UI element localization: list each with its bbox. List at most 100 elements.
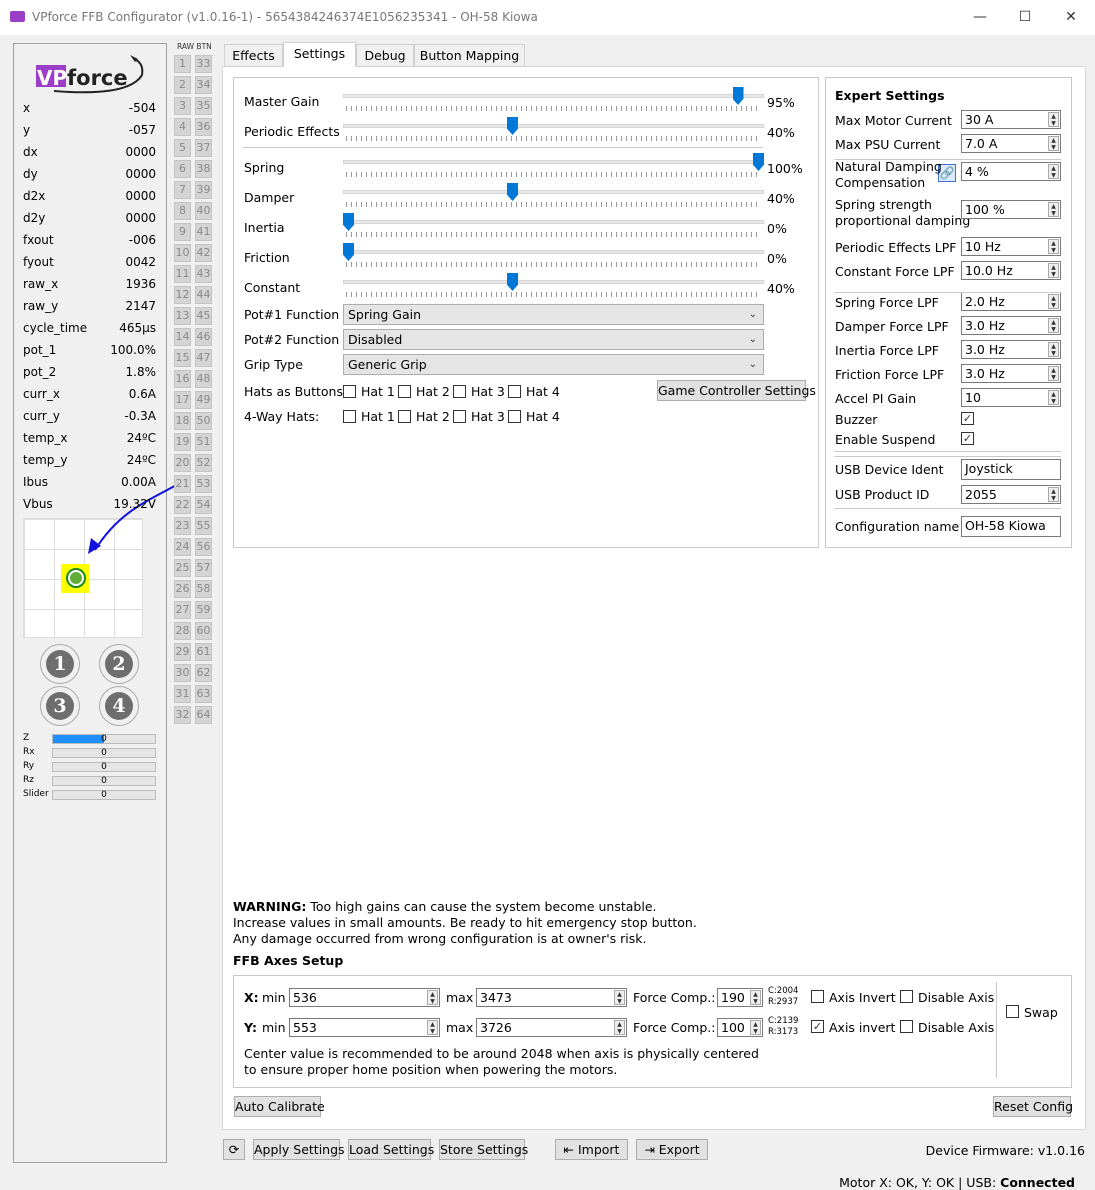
- button-indicator-45: 45: [195, 307, 212, 325]
- y-center-value: C:2139: [768, 1016, 799, 1026]
- expert-field-spinbox[interactable]: 10 ▲ ▼: [961, 388, 1061, 407]
- x-disable-axis-checkbox[interactable]: [900, 990, 913, 1003]
- buzzer-checkbox[interactable]: ✓: [961, 412, 974, 425]
- spring-slider-track[interactable]: [343, 160, 764, 164]
- spin-arrows-icon[interactable]: ▲ ▼: [1048, 164, 1059, 179]
- stat-value: 0000: [125, 145, 156, 159]
- x-axis-invert-checkbox[interactable]: [811, 990, 824, 1003]
- spin-arrows-icon[interactable]: ▲ ▼: [1048, 239, 1059, 254]
- spin-arrows-icon[interactable]: ▲ ▼: [1048, 136, 1059, 151]
- hats-as-buttons-hat-4-checkbox[interactable]: [508, 385, 521, 398]
- periodic-effects-slider-track[interactable]: [343, 124, 764, 128]
- expert-field-spinbox[interactable]: 30 A ▲ ▼: [961, 110, 1061, 129]
- expert-field-spinbox[interactable]: 100 % ▲ ▼: [961, 200, 1061, 219]
- spin-arrows-icon[interactable]: ▲ ▼: [1048, 112, 1059, 127]
- tab-debug[interactable]: Debug: [356, 44, 414, 67]
- spin-arrows-icon[interactable]: ▲ ▼: [427, 1020, 438, 1035]
- enable-suspend-checkbox[interactable]: ✓: [961, 432, 974, 445]
- button-indicator-64: 64: [195, 706, 212, 724]
- friction-slider-track[interactable]: [343, 250, 764, 254]
- import-button[interactable]: ⇤ Import: [555, 1139, 628, 1160]
- close-button[interactable]: ✕: [1056, 6, 1086, 28]
- inertia-slider-track[interactable]: [343, 220, 764, 224]
- expert-field-spinbox[interactable]: 7.0 A ▲ ▼: [961, 134, 1061, 153]
- spin-arrows-icon[interactable]: ▲ ▼: [1048, 263, 1059, 278]
- x-max-spinbox[interactable]: 3473 ▲ ▼: [476, 988, 627, 1007]
- spin-arrows-icon[interactable]: ▲ ▼: [614, 990, 625, 1005]
- hats-as-buttons-hat-3-checkbox[interactable]: [453, 385, 466, 398]
- four-way-hats-hat-4-checkbox[interactable]: [508, 410, 521, 423]
- hats-as-buttons-hat-2-checkbox[interactable]: [398, 385, 411, 398]
- game-controller-settings-button[interactable]: Game Controller Settings: [657, 380, 816, 401]
- warning-line-2: Increase values in small amounts. Be rea…: [233, 915, 697, 930]
- usb-device-ident-input[interactable]: Joystick: [961, 459, 1061, 480]
- x-force-comp-spinbox[interactable]: 190 ▲ ▼: [717, 988, 763, 1007]
- button-indicator-51: 51: [195, 433, 212, 451]
- swap-checkbox[interactable]: [1006, 1005, 1019, 1018]
- refresh-button[interactable]: ⟳: [223, 1139, 245, 1160]
- constant-slider-track[interactable]: [343, 280, 764, 284]
- four-way-hats-hat-2-checkbox[interactable]: [398, 410, 411, 423]
- spin-arrows-icon[interactable]: ▲ ▼: [614, 1020, 625, 1035]
- spin-arrows-icon[interactable]: ▲ ▼: [1048, 342, 1059, 357]
- expert-field-spinbox[interactable]: 3.0 Hz ▲ ▼: [961, 316, 1061, 335]
- store-settings-button[interactable]: Store Settings: [439, 1139, 528, 1160]
- hats-as-buttons-hat-1-checkbox[interactable]: [343, 385, 356, 398]
- spin-arrows-icon[interactable]: ▲ ▼: [1048, 366, 1059, 381]
- stat-value: 0.6A: [128, 387, 156, 401]
- spin-arrows-icon[interactable]: ▲ ▼: [1048, 390, 1059, 405]
- y-max-spinbox[interactable]: 3726 ▲ ▼: [476, 1018, 627, 1037]
- auto-calibrate-button[interactable]: Auto Calibrate: [234, 1096, 325, 1117]
- spin-arrows-icon[interactable]: ▲ ▼: [1048, 487, 1059, 502]
- export-button[interactable]: ⇥ Export: [636, 1139, 708, 1160]
- minimize-button[interactable]: —: [965, 6, 995, 28]
- expert-field-spinbox[interactable]: 10 Hz ▲ ▼: [961, 237, 1061, 256]
- x-min-spinbox[interactable]: 536 ▲ ▼: [289, 988, 440, 1007]
- expert-field-spinbox[interactable]: 3.0 Hz ▲ ▼: [961, 364, 1061, 383]
- apply-settings-button[interactable]: Apply Settings: [253, 1139, 345, 1160]
- axis-value: 0: [101, 734, 107, 744]
- tab-button-mapping[interactable]: Button Mapping: [414, 44, 525, 67]
- stat-row: temp_y 24ºC: [23, 453, 156, 471]
- master-gain-slider-track[interactable]: [343, 94, 764, 98]
- grip-type-dropdown[interactable]: Generic Grip ⌄: [343, 354, 764, 375]
- y-force-comp-spinbox[interactable]: 100 ▲ ▼: [717, 1018, 763, 1037]
- configuration-name-input[interactable]: OH-58 Kiowa: [961, 516, 1061, 537]
- hat-label: Hat 4: [526, 384, 560, 399]
- axis-bar-z: 0: [52, 734, 156, 744]
- four-way-hats-hat-1-checkbox[interactable]: [343, 410, 356, 423]
- button-indicator-62: 62: [195, 664, 212, 682]
- expert-field-spinbox[interactable]: 2.0 Hz ▲ ▼: [961, 292, 1061, 311]
- constant-value: 40%: [767, 281, 795, 296]
- expert-field-label: Constant Force LPF: [835, 264, 955, 279]
- load-settings-button[interactable]: Load Settings: [348, 1139, 434, 1160]
- y-axis-invert-checkbox[interactable]: ✓: [811, 1020, 824, 1033]
- spin-arrows-icon[interactable]: ▲ ▼: [750, 990, 761, 1005]
- spin-arrows-icon[interactable]: ▲ ▼: [1048, 318, 1059, 333]
- damper-slider-track[interactable]: [343, 190, 764, 194]
- tab-settings[interactable]: Settings: [283, 42, 356, 67]
- stat-value: 0000: [125, 189, 156, 203]
- expert-field-spinbox[interactable]: 10.0 Hz ▲ ▼: [961, 261, 1061, 280]
- expert-field-spinbox[interactable]: 3.0 Hz ▲ ▼: [961, 340, 1061, 359]
- spin-arrows-icon[interactable]: ▲ ▼: [1048, 202, 1059, 217]
- hat-label: Hat 1: [361, 384, 395, 399]
- spin-arrows-icon[interactable]: ▲ ▼: [427, 990, 438, 1005]
- stat-label: fxout: [23, 233, 54, 247]
- usb-product-id-spinbox[interactable]: 2055 ▲ ▼: [961, 485, 1061, 504]
- maximize-button[interactable]: ☐: [1010, 6, 1040, 28]
- button-indicator-18: 18: [174, 412, 191, 430]
- spin-arrows-icon[interactable]: ▲ ▼: [750, 1020, 761, 1035]
- y-min-spinbox[interactable]: 553 ▲ ▼: [289, 1018, 440, 1037]
- ffb-axes-title: FFB Axes Setup: [233, 953, 344, 968]
- four-way-hats-hat-3-checkbox[interactable]: [453, 410, 466, 423]
- axis-value: 0: [101, 776, 107, 786]
- pot-1-function-dropdown[interactable]: Spring Gain ⌄: [343, 304, 764, 325]
- tab-effects[interactable]: Effects: [224, 44, 283, 67]
- pot-2-function-dropdown[interactable]: Disabled ⌄: [343, 329, 764, 350]
- y-disable-axis-checkbox[interactable]: [900, 1020, 913, 1033]
- expert-field-spinbox[interactable]: 4 % ▲ ▼: [961, 162, 1061, 181]
- spinbox-value: 2.0 Hz: [965, 294, 1005, 309]
- spin-arrows-icon[interactable]: ▲ ▼: [1048, 294, 1059, 309]
- reset-config-button[interactable]: Reset Config: [993, 1096, 1073, 1117]
